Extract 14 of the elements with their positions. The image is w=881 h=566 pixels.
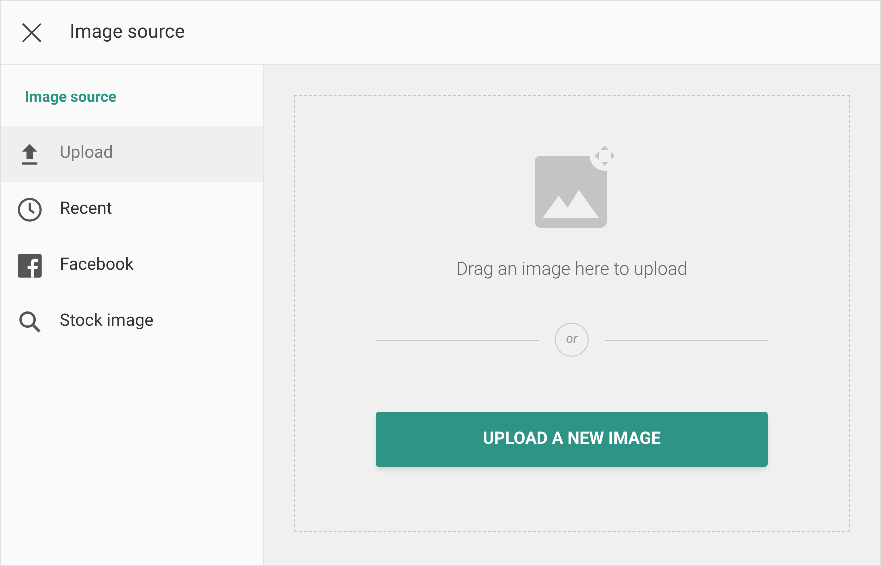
drop-zone[interactable]: Drag an image here to upload or UPLOAD A NEW IMAGE <box>294 95 850 532</box>
upload-button[interactable]: UPLOAD A NEW IMAGE <box>376 412 768 467</box>
drop-hint: Drag an image here to upload <box>456 258 688 282</box>
sidebar-item[interactable]: Upload <box>1 126 263 182</box>
clock-icon <box>17 196 43 222</box>
separator-label: or <box>555 323 589 357</box>
window-title: Image source <box>70 19 186 46</box>
sidebar-item[interactable]: Recent <box>1 182 263 238</box>
sidebar-item[interactable]: Stock image <box>1 294 263 350</box>
sidebar-item[interactable]: Facebook <box>1 238 263 294</box>
close-icon[interactable] <box>21 22 43 44</box>
facebook-icon <box>17 252 43 278</box>
search-icon <box>17 308 43 334</box>
sidebar-heading: Image source <box>25 87 117 108</box>
